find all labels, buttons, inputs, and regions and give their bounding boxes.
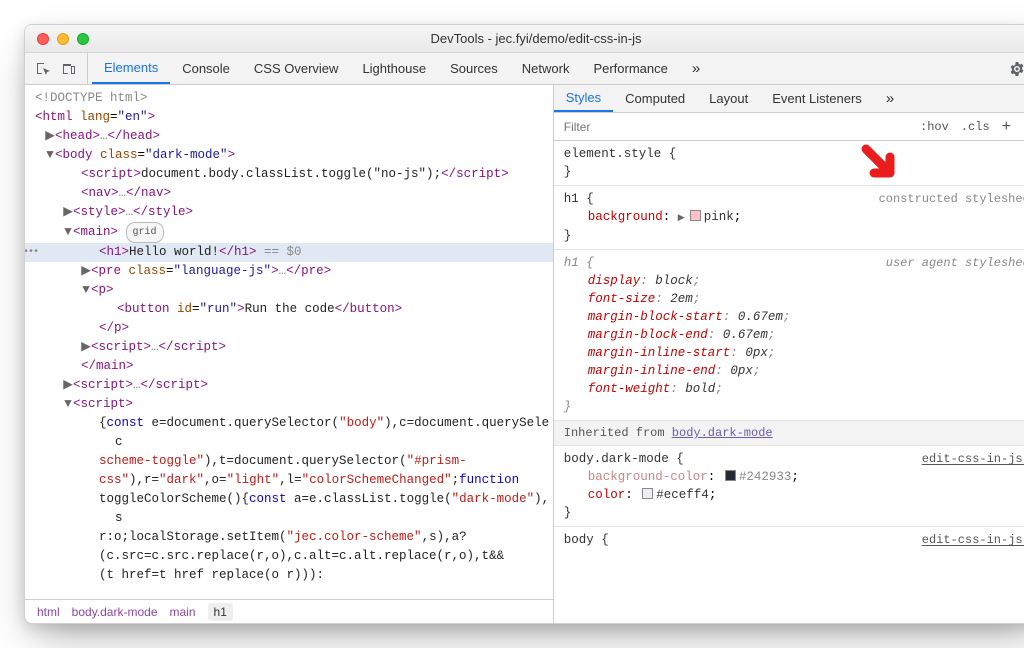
stylesheet-source[interactable]: edit-css-in-js:1 <box>922 531 1024 549</box>
cls-toggle[interactable]: .cls <box>955 120 996 134</box>
crumb-main[interactable]: main <box>170 605 196 619</box>
tab-elements[interactable]: Elements <box>92 53 170 84</box>
dom-node[interactable]: ▼<script> <box>25 395 553 414</box>
rule-user-agent: user agent stylesheet h1 { display: bloc… <box>554 250 1024 421</box>
dom-node[interactable]: ▶<script>…</script> <box>25 338 553 357</box>
dom-node[interactable]: ▼<main> grid <box>25 222 553 243</box>
dom-node[interactable]: <button id="run">Run the code</button> <box>25 300 553 319</box>
elements-panel: <!DOCTYPE html> <html lang="en"> ▶<head>… <box>25 85 554 623</box>
dom-tree[interactable]: <!DOCTYPE html> <html lang="en"> ▶<head>… <box>25 85 553 599</box>
new-style-rule-button[interactable]: + <box>996 118 1017 136</box>
tab-lighthouse[interactable]: Lighthouse <box>350 53 438 84</box>
tab-computed[interactable]: Computed <box>613 85 697 112</box>
dom-node[interactable]: <script>document.body.classList.toggle("… <box>25 165 553 184</box>
color-swatch[interactable] <box>690 210 701 221</box>
tab-layout[interactable]: Layout <box>697 85 760 112</box>
dom-node[interactable]: <!DOCTYPE html> <box>25 89 553 108</box>
expand-shorthand-icon[interactable]: ▶ <box>678 209 685 227</box>
tab-sources[interactable]: Sources <box>438 53 510 84</box>
device-toolbar-icon[interactable] <box>61 61 77 77</box>
hov-toggle[interactable]: :hov <box>914 120 955 134</box>
inherited-from-link[interactable]: body.dark-mode <box>672 426 773 440</box>
dom-node[interactable]: </p> <box>25 319 553 338</box>
dom-node[interactable]: <html lang="en"> <box>25 108 553 127</box>
dom-node[interactable]: ▶<script>…</script> <box>25 376 553 395</box>
styles-filter-input[interactable] <box>554 113 914 140</box>
crumb-body[interactable]: body.dark-mode <box>72 605 158 619</box>
tab-network[interactable]: Network <box>510 53 582 84</box>
dom-node[interactable]: <nav>…</nav> <box>25 184 553 203</box>
tab-console[interactable]: Console <box>170 53 242 84</box>
gear-icon[interactable] <box>1009 61 1024 77</box>
styles-toolbar: :hov .cls + <box>554 113 1024 141</box>
dom-node[interactable]: ▼<p> <box>25 281 553 300</box>
styles-panel: Styles Computed Layout Event Listeners »… <box>554 85 1024 623</box>
panel-tabs: Elements Console CSS Overview Lighthouse… <box>88 53 999 84</box>
crumb-html[interactable]: html <box>37 605 60 619</box>
crumb-h1[interactable]: h1 <box>208 603 233 621</box>
dom-node[interactable]: ▶<head>…</head> <box>25 127 553 146</box>
color-swatch[interactable] <box>642 488 653 499</box>
tab-event-listeners[interactable]: Event Listeners <box>760 85 874 112</box>
tab-css-overview[interactable]: CSS Overview <box>242 53 351 84</box>
dom-node[interactable]: ▶<pre class="language-js">…</pre> <box>25 262 553 281</box>
dom-node[interactable]: ▶<style>…</style> <box>25 203 553 222</box>
dom-node-selected[interactable]: •••<h1>Hello world!</h1> == $0 <box>25 243 553 262</box>
inherited-from-separator: Inherited from body.dark-mode <box>554 421 1024 446</box>
panel-body: <!DOCTYPE html> <html lang="en"> ▶<head>… <box>25 85 1024 623</box>
stylesheet-source: user agent stylesheet <box>886 254 1024 272</box>
main-toolbar: Elements Console CSS Overview Lighthouse… <box>25 53 1024 85</box>
color-swatch[interactable] <box>725 470 736 481</box>
styles-tabs-overflow[interactable]: » <box>874 85 906 112</box>
dom-node[interactable]: </main> <box>25 357 553 376</box>
selection-dots-icon: ••• <box>25 243 37 262</box>
toggle-computed-icon[interactable] <box>1017 120 1024 134</box>
grid-badge[interactable]: grid <box>126 222 164 243</box>
breadcrumb: html body.dark-mode main h1 <box>25 599 553 623</box>
inspect-element-icon[interactable] <box>35 61 51 77</box>
stylesheet-source[interactable]: edit-css-in-js:1 <box>922 450 1024 468</box>
stylesheet-source[interactable]: constructed stylesheet <box>879 190 1024 208</box>
rule-body[interactable]: edit-css-in-js:1 body { <box>554 527 1024 553</box>
dom-node[interactable]: ▼<body class="dark-mode"> <box>25 146 553 165</box>
rule-constructed[interactable]: constructed stylesheet h1 { background: … <box>554 186 1024 250</box>
styles-rules: element.style { } constructed stylesheet… <box>554 141 1024 623</box>
tabs-overflow[interactable]: » <box>680 53 712 84</box>
rule-element-style[interactable]: element.style { } <box>554 141 1024 186</box>
styles-tabs: Styles Computed Layout Event Listeners » <box>554 85 1024 113</box>
window-title: DevTools - jec.fyi/demo/edit-css-in-js <box>25 31 1024 46</box>
tab-styles[interactable]: Styles <box>554 85 613 112</box>
title-bar: DevTools - jec.fyi/demo/edit-css-in-js <box>25 25 1024 53</box>
devtools-window: DevTools - jec.fyi/demo/edit-css-in-js E… <box>24 24 1024 624</box>
tab-performance[interactable]: Performance <box>581 53 679 84</box>
script-text: {const e=document.querySelector("body"),… <box>25 414 553 585</box>
rule-body-dark-mode[interactable]: edit-css-in-js:1 body.dark-mode { backgr… <box>554 446 1024 527</box>
